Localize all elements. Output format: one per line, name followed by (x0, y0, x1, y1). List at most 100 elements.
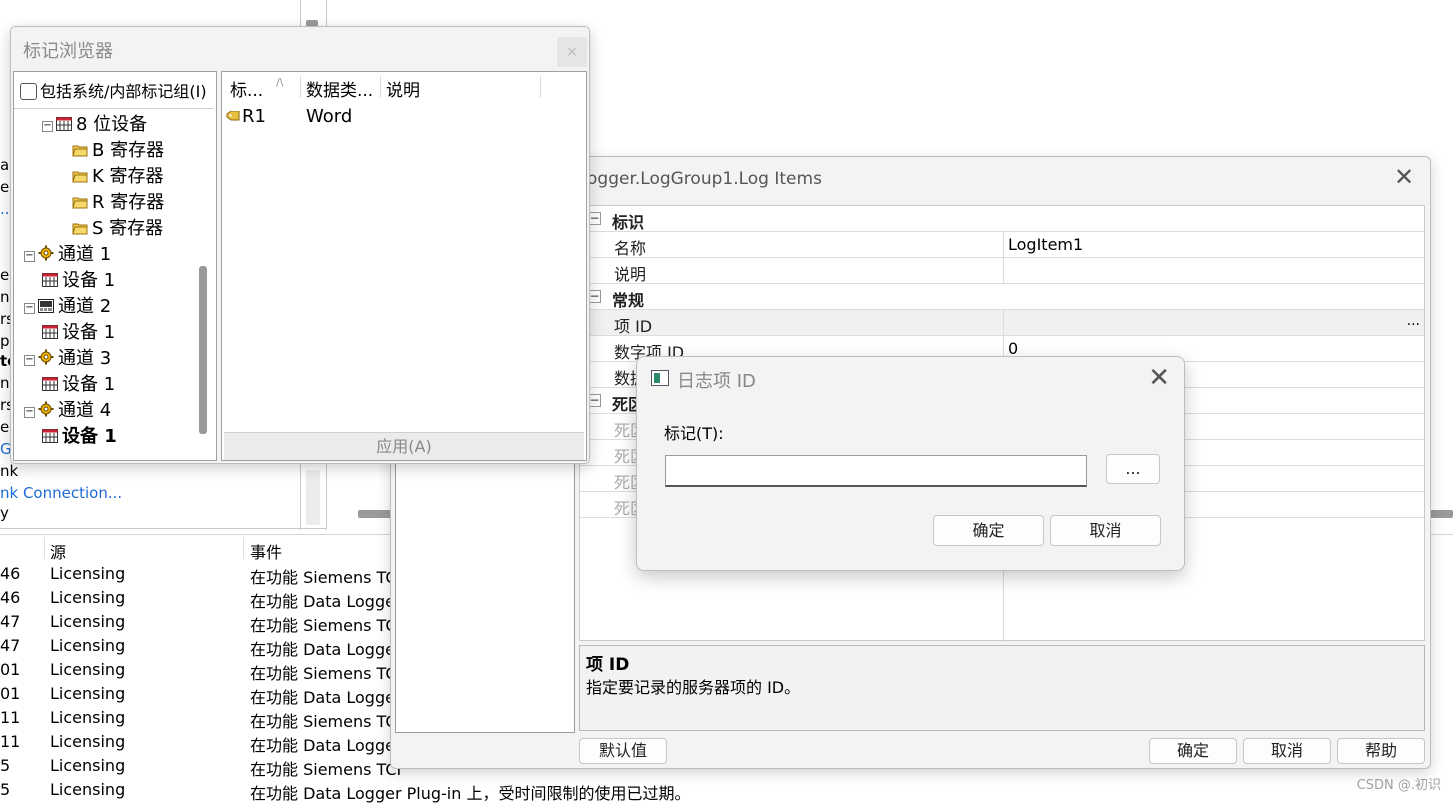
tree-item-label: 设备 1 (62, 322, 115, 343)
property-label: 名称 (614, 235, 646, 259)
expand-collapse-icon[interactable]: − (24, 251, 35, 262)
checkbox-icon[interactable] (20, 83, 37, 100)
browse-button[interactable]: ... (1407, 313, 1420, 329)
tree-item[interactable]: 设备 1 (42, 268, 115, 294)
column-divider[interactable] (380, 76, 381, 98)
close-icon[interactable]: ✕ (1392, 165, 1416, 189)
tree-item[interactable]: −通道 2 (24, 294, 111, 320)
tree-item[interactable]: K 寄存器 (72, 164, 164, 190)
tag-name: R1 (242, 106, 266, 127)
column-divider (44, 537, 45, 559)
tree-item-label: 通道 4 (58, 400, 111, 421)
event-cell: 在功能 Data Logger (250, 732, 402, 756)
time-cell: 46 (0, 588, 20, 607)
tree-item[interactable]: − 通道 4 (24, 398, 111, 424)
horizontal-scrollbar-thumb[interactable] (358, 510, 392, 518)
close-icon[interactable]: × (557, 37, 587, 67)
property-label: 说明 (614, 261, 646, 285)
apply-button[interactable]: 应用(A) (224, 432, 584, 460)
column-divider[interactable] (300, 76, 301, 98)
tag-input[interactable] (665, 455, 1087, 487)
channel-gear-icon (38, 399, 54, 413)
event-cell: 在功能 Siemens TCI (250, 756, 401, 780)
tag-row[interactable]: R1 Word (226, 106, 266, 127)
cancel-button[interactable]: 取消 (1243, 738, 1331, 764)
expand-collapse-icon[interactable]: − (42, 121, 53, 132)
property-row-item-id[interactable]: 项 ID ... (580, 310, 1424, 336)
tag-tree: −8 位设备B 寄存器K 寄存器R 寄存器S 寄存器−通道 1设备 1−通道 2… (14, 112, 192, 458)
category-general[interactable]: − 常规 (580, 284, 1424, 310)
expand-collapse-icon[interactable]: − (24, 407, 35, 418)
ok-button[interactable]: 确定 (1149, 738, 1237, 764)
close-icon[interactable]: ✕ (1148, 363, 1170, 393)
table-row[interactable]: 5Licensing在功能 Data Logger Plug-in 上，受时间限… (0, 780, 800, 804)
tree-item[interactable]: B 寄存器 (72, 138, 164, 164)
tree-item[interactable]: 设备 1 (42, 424, 117, 450)
column-header-description[interactable]: 说明 (386, 76, 420, 101)
pane-border (0, 528, 326, 529)
time-cell: 47 (0, 636, 20, 655)
property-value[interactable]: LogItem1 (1008, 235, 1083, 254)
event-cell: 在功能 Siemens TCI (250, 612, 401, 636)
tree-item[interactable]: 设备 1 (42, 320, 115, 346)
source-cell: Licensing (50, 636, 125, 655)
channel-gear-icon (38, 347, 54, 361)
column-header-tag[interactable]: 标... (230, 76, 263, 101)
device-icon (42, 269, 58, 283)
checkbox-label: 包括系统/内部标记组(I) (40, 82, 207, 101)
column-divider (243, 537, 244, 559)
column-divider[interactable] (540, 76, 541, 98)
event-cell: 在功能 Data Logger Plug-in 上，受时间限制的使用已过期。 (250, 780, 690, 804)
tree-item[interactable]: − 通道 3 (24, 346, 111, 372)
event-cell: 在功能 Siemens TCI (250, 660, 401, 684)
column-header-data-type[interactable]: 数据类... (306, 76, 373, 101)
tree-item[interactable]: n (0, 374, 10, 392)
expand-collapse-icon[interactable]: − (24, 303, 35, 314)
tree-item[interactable]: −8 位设备 (42, 112, 147, 138)
ok-button[interactable]: 确定 (933, 515, 1044, 546)
tree-item-label: 通道 1 (58, 244, 111, 265)
column-header-source[interactable]: 源 (50, 539, 66, 563)
device-icon (42, 373, 58, 387)
category-label: 标识 (612, 209, 644, 233)
tree-item-label: K 寄存器 (92, 166, 164, 187)
item-list-pane[interactable] (395, 453, 575, 733)
event-cell: 在功能 Data Logger (250, 588, 402, 612)
help-button[interactable]: 帮助 (1337, 738, 1425, 764)
horizontal-scrollbar-thumb[interactable] (1430, 510, 1453, 518)
category-identity[interactable]: − 标识 (580, 206, 1424, 232)
scrollbar-track[interactable] (306, 470, 320, 525)
source-cell: Licensing (50, 684, 125, 703)
add-connection-link[interactable]: nk Connection... (0, 484, 122, 502)
time-cell: 46 (0, 564, 20, 583)
scrollbar-thumb[interactable] (199, 266, 207, 434)
tree-scrollbar[interactable] (198, 112, 212, 458)
dialog-title: ogger.LogGroup1.Log Items (587, 169, 822, 189)
tree-item-label: 通道 3 (58, 348, 111, 369)
sort-ascending-icon: /\ (276, 76, 283, 89)
tree-item[interactable]: − 通道 1 (24, 242, 111, 268)
tree-item[interactable]: y (0, 504, 9, 522)
browse-button[interactable]: ... (1106, 454, 1160, 484)
source-cell: Licensing (50, 732, 125, 751)
time-cell: 5 (0, 756, 10, 775)
column-header-event[interactable]: 事件 (250, 539, 282, 563)
property-row-description[interactable]: 说明 (580, 258, 1424, 284)
include-system-checkbox[interactable]: 包括系统/内部标记组(I) (20, 78, 207, 102)
source-cell: Licensing (50, 660, 125, 679)
tree-item[interactable]: n (0, 288, 10, 306)
time-cell: 11 (0, 708, 20, 727)
device-icon (42, 321, 58, 335)
time-cell: 11 (0, 732, 20, 751)
tag-browser-window: 标记浏览器 × 包括系统/内部标记组(I) −8 位设备B 寄存器K 寄存器R … (10, 26, 590, 464)
tree-item[interactable]: nk (0, 462, 18, 480)
expand-collapse-icon[interactable]: − (24, 355, 35, 366)
tree-item-label: B 寄存器 (92, 140, 164, 161)
column-divider (1003, 232, 1004, 258)
default-button[interactable]: 默认值 (579, 738, 667, 764)
tree-item[interactable]: R 寄存器 (72, 190, 164, 216)
tree-item[interactable]: S 寄存器 (72, 216, 163, 242)
property-row-name[interactable]: 名称 LogItem1 (580, 232, 1424, 258)
cancel-button[interactable]: 取消 (1050, 515, 1161, 546)
tree-item[interactable]: 设备 1 (42, 372, 115, 398)
